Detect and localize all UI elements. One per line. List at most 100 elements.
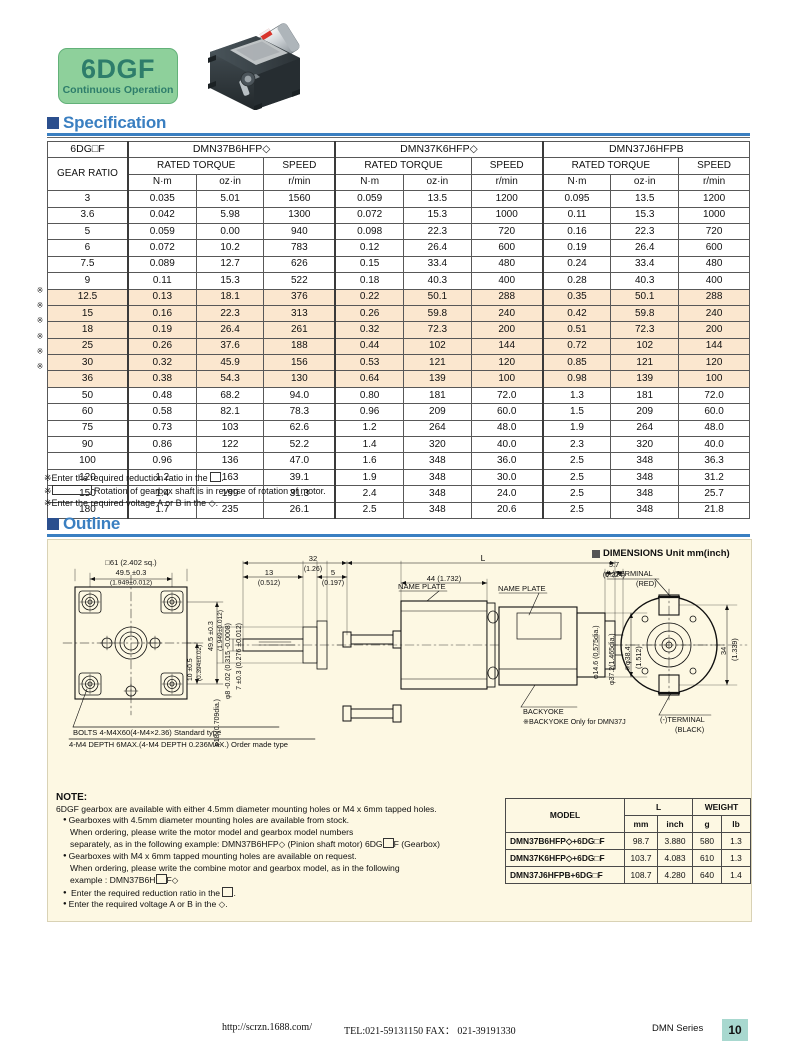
- spec-value-cell: 0.16: [126, 304, 197, 323]
- dim-label-495-top-inch: (1.949±0.012): [110, 580, 152, 587]
- spec-value-cell: 348: [610, 501, 680, 519]
- spec-value-cell: 1.5: [541, 403, 612, 421]
- weight-header-row-1: MODEL L WEIGHT: [505, 798, 751, 833]
- gear-ratio-mark: [33, 421, 47, 436]
- spec-unit-rmin-1: r/min: [470, 173, 544, 192]
- dim-label-57: 5.7: [609, 560, 619, 569]
- dim-label-5: 5: [331, 568, 335, 577]
- spec-value-cell: 121: [403, 354, 472, 372]
- spec-table-row: 36 0.38 54.3 130 0.64 139 100 0.98 139 100: [46, 370, 750, 388]
- spec-value-cell: 1200: [678, 190, 750, 208]
- spec-value-cell: 48.0: [470, 419, 544, 438]
- note-bullet-2b-post: F◇: [166, 875, 179, 886]
- outline-heading-rule: [47, 534, 750, 537]
- spec-value-cell: 130: [263, 370, 336, 388]
- heading-square-icon: [47, 518, 59, 530]
- spec-unit-nm-0: N·m: [126, 173, 197, 192]
- footer-url[interactable]: http://scrzn.1688.com/: [222, 1022, 312, 1033]
- spec-value-cell: 0.86: [126, 436, 197, 454]
- spec-gear-ratio-cell: 3: [46, 190, 129, 208]
- spec-value-cell: 0.00: [195, 222, 265, 241]
- spec-value-cell: 13.5: [403, 190, 472, 208]
- spec-table-row: 50 0.48 68.2 94.0 0.80 181 72.0 1.3 181 72.0: [46, 386, 750, 405]
- spec-value-cell: 1.4: [334, 436, 405, 454]
- gear-ratio-mark: ※: [36, 347, 44, 357]
- gear-ratio-mark: [33, 267, 47, 282]
- spec-value-cell: 0.19: [541, 239, 612, 257]
- spec-value-cell: 264: [403, 419, 472, 438]
- spec-table-row: 3.6 0.042 5.98 1300 0.072 15.3 1000 0.11 15.3 100…: [46, 206, 750, 224]
- spec-value-cell: 0.095: [541, 190, 612, 208]
- spec-value-cell: 62.6: [263, 419, 336, 438]
- label-bolts-ordermade: 4-M4 DEPTH 6MAX.(4-M4 DEPTH 0.236MAX.) O…: [69, 740, 288, 749]
- spec-model-1: DMN37K6HFP◇: [334, 140, 544, 159]
- spec-gear-ratio-cell: 3.6: [46, 206, 129, 224]
- spec-unit-nm-1: N·m: [334, 173, 405, 192]
- spec-value-cell: 209: [403, 403, 472, 421]
- dim-label-5-inch: (0.197): [322, 580, 344, 587]
- weight-cell-lb: 1.4: [721, 866, 751, 884]
- note-bullet-1: Gearboxes with 4.5mm diameter mounting h…: [63, 815, 440, 827]
- spec-model-2: DMN37J6HFPB: [541, 140, 750, 159]
- note-title: NOTE:: [56, 792, 88, 803]
- spec-value-cell: 13.5: [610, 190, 680, 208]
- note-bullet-3-post: .: [233, 887, 236, 898]
- dim-label-sq61: □61 (2.402 sq.): [105, 558, 157, 567]
- spec-note-3: ※Enter the required voltage A or B in th…: [44, 498, 219, 509]
- spec-value-cell: 1.3: [541, 386, 612, 405]
- spec-table-row: 15 0.16 22.3 313 0.26 59.8 240 0.42 59.8 240: [46, 304, 750, 323]
- spec-value-cell: 33.4: [403, 255, 472, 274]
- footer-series-label: DMN Series: [652, 1023, 704, 1034]
- spec-value-cell: 1000: [678, 206, 750, 224]
- specification-table: 6DG□F DMN37B6HFP◇ DMN37K6HFP◇ DMN37J6HFP…: [46, 140, 750, 519]
- spec-value-cell: 2.4: [334, 485, 405, 503]
- weight-cell-g: 610: [692, 849, 722, 867]
- spec-value-cell: 82.1: [195, 403, 265, 421]
- spec-gear-ratio-cell: 50: [46, 386, 129, 405]
- dim-label-495-right-inch: (1.949±0.012): [217, 610, 224, 651]
- spec-value-cell: 188: [263, 337, 336, 356]
- spec-value-cell: 60.0: [678, 403, 750, 421]
- label-backyoke-note: ※BACKYOKE Only for DMN37J: [523, 717, 626, 726]
- dim-label-32: 32: [309, 554, 317, 563]
- datasheet-page: 6DGF Continuous Operation Specification …: [0, 0, 796, 1060]
- spec-value-cell: 480: [678, 255, 750, 274]
- spec-value-cell: 102: [610, 337, 680, 356]
- spec-value-cell: 24.0: [470, 485, 544, 503]
- spec-table-row: 7.5 0.089 12.7 626 0.15 33.4 480 0.24 33.4 480: [46, 255, 750, 274]
- spec-note-1-pre: ※Enter the required reduction ratio in t…: [44, 473, 211, 483]
- label-terminal-plus: (+)TERMINAL: [606, 569, 653, 578]
- spec-value-cell: 720: [678, 222, 750, 241]
- spec-value-cell: 100: [470, 370, 544, 388]
- spec-value-cell: 0.072: [334, 206, 405, 224]
- dim-label-495-right: 49.5 ±0.3: [206, 621, 215, 651]
- gear-ratio-mark: ※: [36, 362, 44, 372]
- spec-value-cell: 2.5: [541, 501, 612, 519]
- dim-label-34-inch: (1.339): [730, 638, 739, 661]
- spec-value-cell: 522: [263, 272, 336, 290]
- spec-value-cell: 26.4: [610, 239, 680, 257]
- specification-table-wrap: 6DG□F DMN37B6HFP◇ DMN37K6HFP◇ DMN37J6HFP…: [46, 140, 750, 519]
- spec-value-cell: 600: [678, 239, 750, 257]
- spec-value-cell: 348: [403, 485, 472, 503]
- weight-header-l: L: [624, 798, 693, 816]
- spec-unit-ozin-0: oz·in: [195, 173, 265, 192]
- spec-value-cell: 2.5: [541, 468, 612, 487]
- spec-value-cell: 5.98: [195, 206, 265, 224]
- gear-ratio-mark: ※: [36, 285, 44, 295]
- spec-value-cell: 100: [678, 370, 750, 388]
- spec-value-cell: 0.042: [126, 206, 197, 224]
- spec-value-cell: 0.35: [541, 288, 612, 306]
- spec-value-cell: 181: [403, 386, 472, 405]
- spec-note-1-post: .: [221, 473, 224, 483]
- spec-table-row: 9 0.11 15.3 522 0.18 40.3 400 0.28 40.3 400: [46, 272, 750, 290]
- weight-cell-lb: 1.3: [721, 832, 751, 850]
- weight-cell-mm: 103.7: [624, 849, 658, 867]
- spec-table-row: 6 0.072 10.2 783 0.12 26.4 600 0.19 26.4 600: [46, 239, 750, 257]
- label-bolts-standard: BOLTS 4-M4X60(4-M4×2.36) Standard type: [73, 728, 221, 737]
- spec-table-row: 75 0.73 103 62.6 1.2 264 48.0 1.9 264 48.0: [46, 419, 750, 438]
- spec-value-cell: 5.01: [195, 190, 265, 208]
- spec-value-cell: 0.15: [334, 255, 405, 274]
- spec-value-cell: 1.9: [541, 419, 612, 438]
- spec-value-cell: 12.7: [195, 255, 265, 274]
